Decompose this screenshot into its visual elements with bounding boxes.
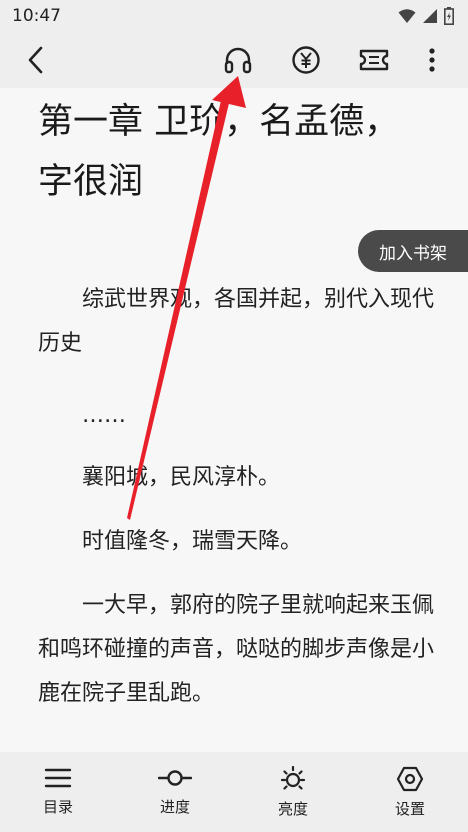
menu-icon (44, 768, 72, 788)
status-icons (398, 7, 454, 25)
ticket-icon (359, 49, 389, 71)
more-vertical-icon (429, 48, 435, 72)
nav-item-catalog[interactable]: 目录 (18, 766, 98, 817)
nav-label: 设置 (394, 800, 425, 818)
top-toolbar (0, 32, 468, 88)
back-button[interactable] (18, 42, 54, 78)
paragraph: 时值隆冬，瑞雪天降。 (82, 529, 303, 554)
settings-icon (396, 766, 424, 792)
signal-icon (423, 9, 437, 23)
nav-label: 亮度 (277, 800, 308, 818)
battery-icon (444, 7, 454, 25)
nav-label: 进度 (159, 798, 190, 816)
nav-item-settings[interactable]: 设置 (370, 766, 450, 819)
add-to-shelf-button[interactable]: 加入书架 (358, 230, 468, 272)
listen-button[interactable] (220, 42, 256, 78)
yen-coin-icon (292, 46, 320, 74)
progress-icon (158, 770, 192, 786)
nav-label: 目录 (42, 798, 73, 816)
brightness-icon (280, 766, 306, 790)
headphones-icon (224, 47, 252, 74)
status-bar: 10:47 (0, 0, 468, 32)
paragraph: …… (82, 403, 126, 428)
paragraph: 襄阳城，民风淳朴。 (82, 465, 281, 490)
reading-content[interactable]: 第一章 卫玠，名孟德， 字很润 加入书架 综武世界观，各国并起，别代入现代历史 … (0, 88, 468, 752)
paragraph: 一大早，郭府的院子里就响起来玉佩和鸣环碰撞的声音，哒哒的脚步声像是小鹿在院子里乱… (38, 593, 435, 706)
reward-button[interactable] (288, 42, 324, 78)
chapter-title: 第一章 卫玠，名孟德， 字很润 (38, 102, 400, 202)
nav-item-progress[interactable]: 进度 (135, 766, 215, 817)
wifi-icon (398, 9, 416, 23)
paragraph: 综武世界观，各国并起，别代入现代历史 (38, 287, 435, 356)
chevron-left-icon (28, 46, 43, 74)
ticket-button[interactable] (356, 42, 392, 78)
status-time: 10:47 (12, 6, 61, 26)
nav-item-brightness[interactable]: 亮度 (253, 766, 333, 819)
bottom-nav: 目录 进度 亮度 设置 (0, 752, 468, 832)
more-button[interactable] (414, 42, 450, 78)
